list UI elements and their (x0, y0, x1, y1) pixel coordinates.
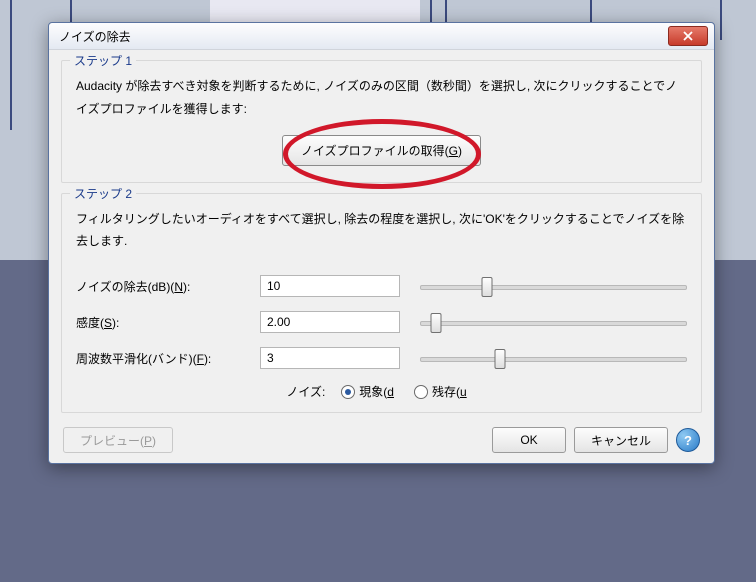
noise-db-slider[interactable] (420, 276, 687, 296)
noise-mode-label: ノイズ: (286, 383, 325, 400)
step1-text: Audacity が除去すべき対象を判断するために, ノイズのみの区間（数秒間）… (76, 75, 687, 121)
ok-button[interactable]: OK (492, 427, 566, 453)
noise-db-label: ノイズの除去(dB)(N): (76, 278, 260, 295)
slider-thumb[interactable] (481, 277, 492, 297)
title-bar[interactable]: ノイズの除去 (49, 23, 714, 50)
freq-slider[interactable] (420, 348, 687, 368)
preview-button[interactable]: プレビュー(P) (63, 427, 173, 453)
step1-group: ステップ 1 Audacity が除去すべき対象を判断するために, ノイズのみの… (61, 60, 702, 183)
button-bar: プレビュー(P) OK キャンセル ? (49, 417, 714, 459)
step1-legend: ステップ 1 (70, 52, 136, 69)
slider-thumb[interactable] (431, 313, 442, 333)
sensitivity-label: 感度(S): (76, 314, 260, 331)
radio-isolate[interactable]: 残存(u (414, 383, 467, 400)
close-icon (683, 31, 693, 41)
radio-dot-icon (341, 385, 355, 399)
profile-button-end: ) (458, 144, 462, 158)
help-button[interactable]: ? (676, 428, 700, 452)
profile-button-label: ノイズプロファイルの取得( (301, 144, 449, 158)
sensitivity-row: 感度(S): (76, 309, 687, 335)
step2-legend: ステップ 2 (70, 185, 136, 202)
get-noise-profile-button[interactable]: ノイズプロファイルの取得(G) (282, 135, 481, 166)
step2-group: ステップ 2 フィルタリングしたいオーディオをすべて選択し, 除去の程度を選択し… (61, 193, 702, 414)
step2-text: フィルタリングしたいオーディオをすべて選択し, 除去の程度を選択し, 次に'OK… (76, 208, 687, 254)
noise-db-input[interactable] (260, 275, 400, 297)
freq-label: 周波数平滑化(バンド)(F): (76, 350, 260, 367)
slider-thumb[interactable] (495, 349, 506, 369)
noise-removal-dialog: ノイズの除去 ステップ 1 Audacity が除去すべき対象を判断するために,… (48, 22, 715, 464)
close-button[interactable] (668, 26, 708, 46)
sensitivity-input[interactable] (260, 311, 400, 333)
noise-mode-row: ノイズ: 現象(d 残存(u (76, 383, 687, 400)
sensitivity-slider[interactable] (420, 312, 687, 332)
cancel-button[interactable]: キャンセル (574, 427, 668, 453)
noise-db-row: ノイズの除去(dB)(N): (76, 273, 687, 299)
profile-button-key: G (449, 144, 458, 158)
freq-row: 周波数平滑化(バンド)(F): (76, 345, 687, 371)
freq-input[interactable] (260, 347, 400, 369)
radio-dot-icon (414, 385, 428, 399)
window-title: ノイズの除去 (59, 28, 668, 45)
radio-remove[interactable]: 現象(d (341, 383, 394, 400)
